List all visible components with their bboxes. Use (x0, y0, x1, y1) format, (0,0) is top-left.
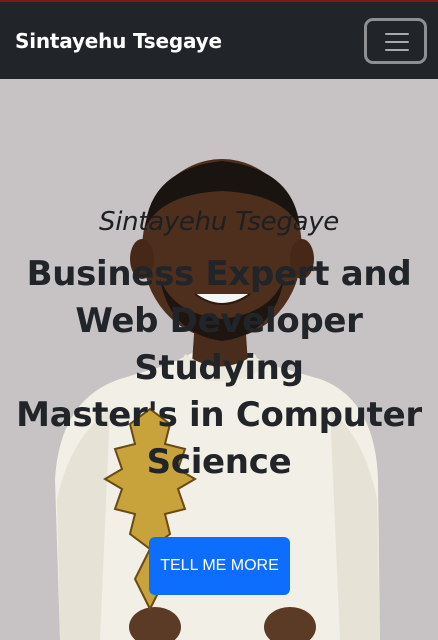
navbar: Sintayehu Tsegaye (0, 2, 438, 79)
page: Sintayehu Tsegaye Sintayehu Tsegaye Busi… (0, 0, 438, 640)
hero-title: Business Expert and Web Developer Studyi… (10, 251, 428, 486)
hamburger-menu-icon (385, 33, 409, 35)
hero-title-line: Studying (134, 348, 304, 388)
hamburger-menu-icon (385, 49, 409, 51)
hero-section: Sintayehu Tsegaye Business Expert and We… (0, 79, 438, 640)
hero-title-line: Science (146, 442, 292, 482)
hero-title-line: Master's in Computer (16, 395, 422, 435)
hero-subtitle: Sintayehu Tsegaye (99, 207, 339, 237)
navbar-brand[interactable]: Sintayehu Tsegaye (15, 29, 222, 53)
hamburger-menu-icon (385, 41, 409, 43)
navbar-toggler-button[interactable] (364, 18, 427, 64)
hero-title-line: Business Expert and (26, 254, 412, 294)
tell-me-more-button[interactable]: TELL ME MORE (149, 537, 290, 595)
hero-title-line: Web Developer (75, 301, 363, 341)
